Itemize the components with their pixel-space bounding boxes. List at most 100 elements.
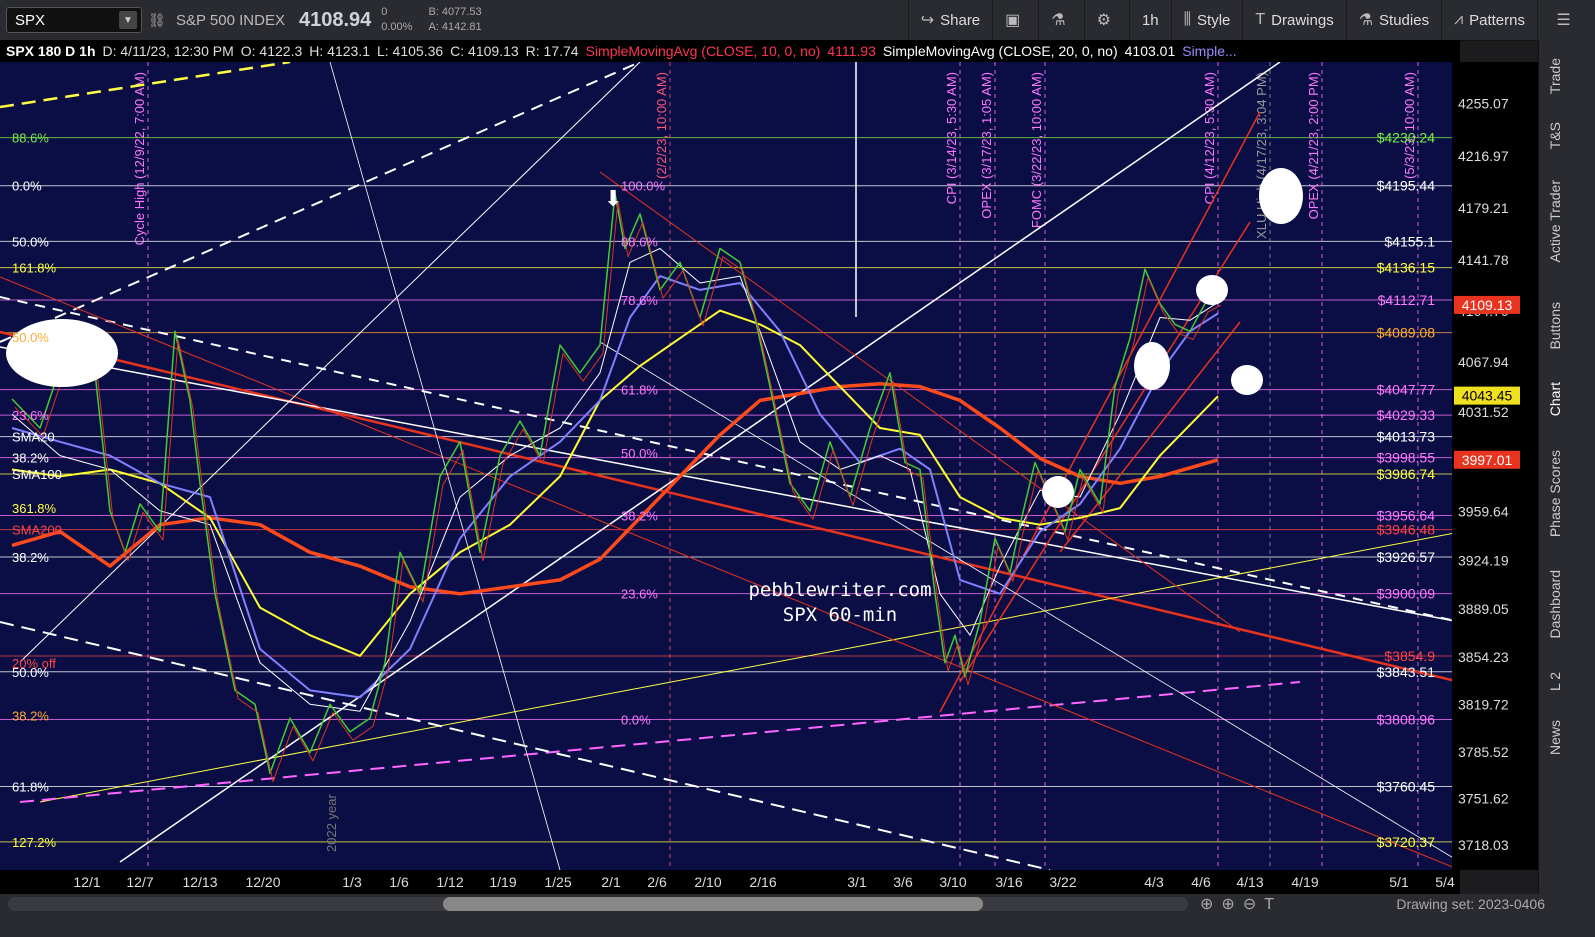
price-axis[interactable]: 4255.074216.974179.214141.784104.704067.… [1452,62,1538,870]
event-label-3: OPEX (3/17/23, 1:05 AM) [979,72,994,219]
right-level-label-5: $4089.08 [1377,325,1436,341]
highlight-ellipse-3 [1196,275,1228,305]
sidebar-tab-chart[interactable]: Chart [1547,382,1563,416]
sidebar-tab-trade[interactable]: Trade [1547,58,1563,94]
y-tick-13: 3785.52 [1458,744,1509,760]
sidebar-tab-active-trader[interactable]: Active Trader [1547,180,1563,262]
x-tick-8: 1/25 [544,874,571,890]
chart-area[interactable]: Cycle High (12/9/22, 7:00 AM) (2/2/23, 10… [0,62,1460,870]
highlight-ellipse-5 [1259,168,1303,224]
left-level-label-2: 50.0% [12,234,49,249]
menu-button[interactable]: ☰ [1537,0,1595,40]
patterns-icon: ⩘ [1454,11,1464,28]
settings-button[interactable]: ⚙ [1083,0,1129,40]
right-level-label-15: $3854.9 [1384,648,1435,664]
interval-button[interactable]: 1h [1128,0,1171,40]
year-label: 2022 year [324,794,339,852]
right-level-label-9: $3998.55 [1377,450,1436,466]
x-tick-11: 2/10 [694,874,721,890]
event-label-0: Cycle High (12/9/22, 7:00 AM) [132,72,147,245]
x-tick-14: 3/6 [893,874,913,890]
sidebar-tab-dashboard[interactable]: Dashboard [1547,570,1563,639]
x-tick-22: 5/1 [1389,874,1409,890]
sidebar-tab-phase-scores[interactable]: Phase Scores [1547,450,1563,537]
x-tick-23: 5/4 [1435,874,1455,890]
share-button[interactable]: ↪ Share [907,0,992,40]
left-level-label-3: 161.8% [12,261,57,276]
trendline-4 [19,681,1301,803]
x-tick-18: 4/3 [1144,874,1164,890]
sma10-legend[interactable]: SimpleMovingAvg (CLOSE, 10, 0, no) [586,43,821,59]
trendline-3 [39,531,1460,803]
left-level-label-1: 0.0% [12,179,42,194]
left-level-label-5: 23.6% [12,408,49,423]
sidebar-tab-news[interactable]: News [1547,720,1563,755]
flask-icon: ⚗ [1051,12,1066,29]
time-axis[interactable]: 12/1 12/7 12/13 12/20 1/3 1/6 1/12 1/19 1/25 2/1 2… [0,870,1460,894]
status-date: D: 4/11/23, 12:30 PM [102,43,234,59]
sidebar-tab-buttons[interactable]: Buttons [1547,302,1563,349]
horizontal-scrollbar[interactable] [8,897,1188,911]
interval-label: 1h [1141,11,1159,29]
fib-label-0: 100.0% [621,179,666,194]
event-label-2: CPI (3/14/23, 5:30 AM) [944,72,959,204]
sidebar-tab-ts[interactable]: T&S [1547,122,1563,149]
more-studies-legend[interactable]: Simple... [1182,43,1236,59]
left-level-label-13: 50.0% [12,665,49,680]
share-label: Share [940,11,981,29]
left-level-label-0: 88.6% [12,131,49,146]
sma10-value: 4111.93 [827,43,876,59]
y-tick-6: 4031.52 [1458,404,1509,420]
bottom-bar: ⊕⊕⊖T Drawing set: 2023-0406 [0,894,1595,937]
zoom-tools[interactable]: ⊕⊕⊖T [1200,894,1282,914]
drawing-set-label: Drawing set: 2023-0406 [1396,896,1545,912]
status-low: L: 4105.36 [376,43,444,59]
price-chart-svg[interactable]: Cycle High (12/9/22, 7:00 AM) (2/2/23, 10… [0,62,1460,870]
flask-icon: ⚗ [1358,12,1374,29]
x-tick-15: 3/10 [939,874,966,890]
patterns-button[interactable]: ⩘ Patterns [1441,0,1537,40]
right-level-label-10: $3986.74 [1377,466,1436,482]
left-level-label-8: SMA100 [12,467,62,482]
drawings-button[interactable]: T Drawings [1242,0,1345,40]
index-name: S&P 500 INDEX [176,11,285,29]
price-line [11,192,1219,775]
y-tick-9: 3924.19 [1458,552,1509,568]
x-tick-3: 12/20 [245,874,280,890]
down-arrow-icon: ⬇ [604,187,622,212]
x-tick-21: 4/19 [1291,874,1318,890]
fib-label-7: 0.0% [621,713,651,728]
watermark-line-2: SPX 60-min [782,604,898,626]
right-level-label-0: $4230.24 [1377,130,1436,146]
chevron-down-icon[interactable]: ▼ [119,11,137,29]
y-tick-8: 3959.64 [1458,503,1509,519]
last-price: 4108.94 [298,8,372,31]
event-label-7: OPEX (4/21/23, 2:00 PM) [1306,72,1321,219]
symbol-text: SPX [15,11,46,29]
style-button[interactable]: ⫼ Style [1170,0,1243,40]
x-tick-13: 3/1 [847,874,867,890]
studies-button[interactable]: ⚗ Studies [1345,0,1441,40]
flask-button[interactable]: ⚗ [1038,0,1083,40]
patterns-label: Patterns [1469,11,1525,29]
right-level-label-8: $4013.73 [1377,429,1436,445]
status-high: H: 4123.1 [309,43,370,59]
symbol-selector[interactable]: SPX ▼ [6,7,142,33]
x-tick-7: 1/19 [489,874,516,890]
x-tick-10: 2/6 [647,874,667,890]
bid-ask: B: 4077.53 A: 4142.81 [428,5,481,35]
scrollbar-thumb[interactable] [443,897,983,911]
fib-label-1: 88.6% [621,234,658,249]
sidebar-tab-l2[interactable]: L 2 [1547,672,1563,691]
sma20-legend[interactable]: SimpleMovingAvg (CLOSE, 20, 0, no) [883,43,1118,59]
left-level-label-4: 50.0% [12,330,49,345]
change-value: 0 [381,6,388,18]
left-level-label-10: SMA200 [12,523,62,538]
fib-label-3: 61.8% [621,383,658,398]
link-icon[interactable]: ⛓ [148,9,166,31]
y-tick-3: 4141.78 [1458,252,1509,268]
time-axis-svg: 12/1 12/7 12/13 12/20 1/3 1/6 1/12 1/19 1/25 2/1 2… [73,874,1455,890]
watermark-line-1: pebblewriter.com [748,579,932,601]
x-tick-16: 3/16 [995,874,1022,890]
snapshot-button[interactable]: ▣ [992,0,1038,40]
